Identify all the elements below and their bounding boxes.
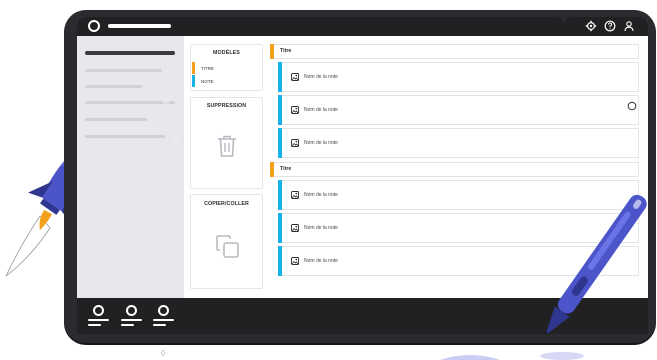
sparkle-decoration — [67, 10, 637, 360]
illustration: MODÈLES TITRE NOTE SUPPRESSION COPIER/CO… — [0, 0, 657, 360]
